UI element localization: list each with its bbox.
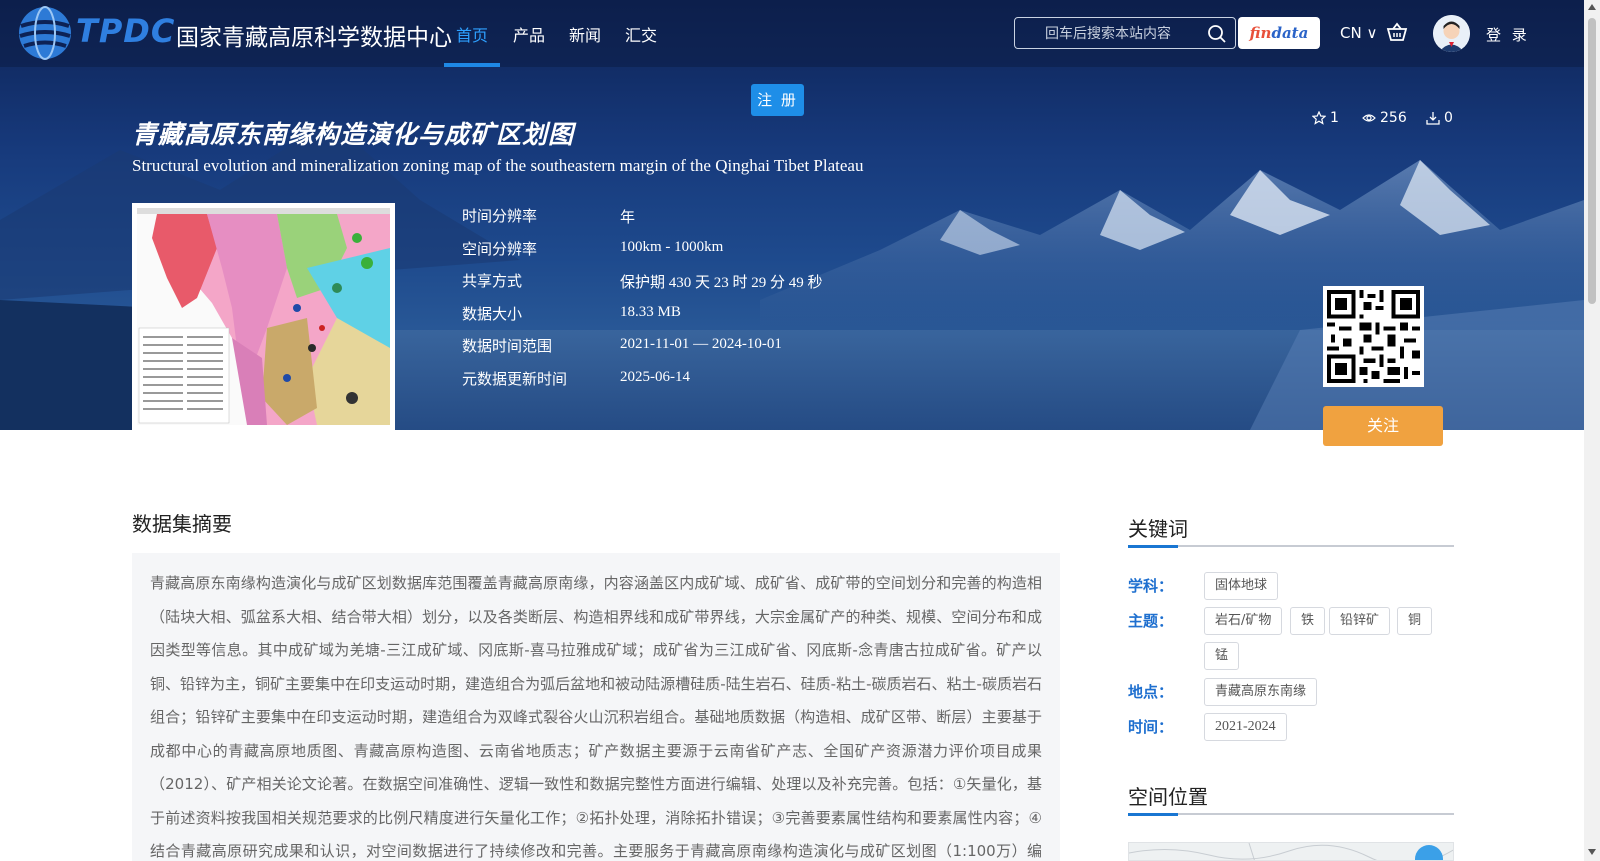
cart-basket-icon[interactable] bbox=[1386, 22, 1408, 42]
meta-label-data-size: 数据大小 bbox=[462, 305, 523, 323]
page-scrollbar[interactable] bbox=[1584, 0, 1600, 861]
keyword-tag[interactable]: 铜 bbox=[1397, 607, 1433, 635]
view-count: 256 bbox=[1362, 110, 1407, 126]
keyword-tag[interactable]: 青藏高原东南缘 bbox=[1204, 678, 1318, 706]
map-preview-image bbox=[1129, 843, 1453, 860]
logo-globe-icon[interactable] bbox=[16, 4, 74, 62]
map-thumbnail-image bbox=[137, 208, 390, 425]
avatar[interactable] bbox=[1433, 15, 1470, 52]
keywords-divider bbox=[1128, 545, 1454, 548]
nav-news[interactable]: 新闻 bbox=[569, 22, 601, 46]
meta-label-metadata-updated: 元数据更新时间 bbox=[462, 370, 568, 388]
download-icon bbox=[1426, 112, 1440, 125]
meta-value-time-resolution: 年 bbox=[620, 210, 636, 226]
keyword-tag[interactable]: 2021-2024 bbox=[1204, 713, 1287, 741]
dataset-title-en: Structural evolution and mineralization … bbox=[132, 156, 864, 175]
keyword-tag[interactable]: 铅锌矿 bbox=[1329, 607, 1391, 635]
dataset-thumbnail[interactable] bbox=[132, 203, 395, 430]
search-icon[interactable] bbox=[1207, 24, 1227, 44]
favorite-count-value: 1 bbox=[1330, 110, 1339, 126]
meta-value-sharing: 保护期 430 天 23 时 29 分 49 秒 bbox=[620, 275, 823, 291]
download-count-value: 0 bbox=[1444, 110, 1453, 126]
top-navbar: TPDC 国家青藏高原科学数据中心 首页 产品 新闻 汇交 findata CN… bbox=[0, 0, 1584, 67]
spatial-map[interactable] bbox=[1128, 842, 1454, 861]
nav-home[interactable]: 首页 bbox=[456, 22, 488, 46]
abstract-text: 青藏高原东南缘构造演化与成矿区划数据库范围覆盖青藏高原南缘，内容涵盖区内成矿域、… bbox=[150, 574, 1042, 860]
scroll-up-arrow-icon[interactable] bbox=[1588, 4, 1596, 10]
abstract-panel: 青藏高原东南缘构造演化与成矿区划数据库范围覆盖青藏高原南缘，内容涵盖区内成矿域、… bbox=[132, 553, 1060, 861]
meta-value-time-range: 2021-11-01 — 2024-10-01 bbox=[620, 336, 782, 352]
dataset-title-cn: 青藏高原东南缘构造演化与成矿区划图 bbox=[132, 120, 575, 149]
meta-label-sharing: 共享方式 bbox=[462, 272, 523, 290]
scroll-down-arrow-icon[interactable] bbox=[1588, 849, 1596, 855]
findata-logo-part: data bbox=[1271, 24, 1309, 42]
chevron-down-icon: ∨ bbox=[1361, 24, 1378, 42]
nav-products[interactable]: 产品 bbox=[513, 22, 545, 46]
qr-code bbox=[1323, 286, 1424, 387]
login-link[interactable]: 登 录 bbox=[1486, 24, 1530, 45]
language-label: CN bbox=[1340, 24, 1362, 42]
spatial-divider bbox=[1128, 813, 1454, 816]
keyword-tag[interactable]: 岩石/矿物 bbox=[1204, 607, 1283, 635]
nav-active-indicator bbox=[444, 63, 500, 67]
favorite-count[interactable]: 1 bbox=[1312, 110, 1339, 126]
keyword-tag[interactable]: 锰 bbox=[1204, 642, 1240, 670]
abstract-title: 数据集摘要 bbox=[132, 512, 232, 536]
star-icon bbox=[1312, 111, 1326, 125]
scrollbar-thumb[interactable] bbox=[1588, 18, 1596, 304]
download-count: 0 bbox=[1426, 110, 1453, 126]
meta-value-spatial-resolution: 100km - 1000km bbox=[620, 239, 724, 255]
logo-site-name[interactable]: 国家青藏高原科学数据中心 bbox=[176, 18, 452, 52]
meta-label-spatial-resolution: 空间分辨率 bbox=[462, 240, 538, 258]
search-box bbox=[1014, 17, 1236, 49]
eye-icon bbox=[1362, 114, 1376, 122]
findata-logo-part: fin bbox=[1249, 24, 1272, 42]
meta-value-data-size: 18.33 MB bbox=[620, 304, 681, 320]
keywords-title: 关键词 bbox=[1128, 517, 1188, 541]
divider-accent bbox=[1128, 813, 1178, 816]
keyword-tag[interactable]: 铁 bbox=[1290, 607, 1326, 635]
keyword-tag[interactable]: 固体地球 bbox=[1204, 572, 1279, 600]
keyword-label-time: 时间： bbox=[1128, 718, 1174, 736]
spatial-title: 空间位置 bbox=[1128, 785, 1208, 809]
view-count-value: 256 bbox=[1380, 110, 1407, 126]
dataset-hero: TPDC 国家青藏高原科学数据中心 首页 产品 新闻 汇交 findata CN… bbox=[0, 0, 1584, 430]
meta-label-time-range: 数据时间范围 bbox=[462, 337, 553, 355]
register-button[interactable]: 注 册 bbox=[751, 84, 804, 116]
divider-accent bbox=[1128, 545, 1178, 548]
meta-label-time-resolution: 时间分辨率 bbox=[462, 207, 538, 225]
keyword-label-place: 地点： bbox=[1128, 683, 1174, 701]
search-input[interactable] bbox=[1015, 18, 1201, 48]
findata-button[interactable]: findata bbox=[1238, 17, 1320, 49]
nav-submit[interactable]: 汇交 bbox=[625, 22, 657, 46]
follow-button[interactable]: 关注 bbox=[1323, 406, 1443, 446]
meta-value-metadata-updated: 2025-06-14 bbox=[620, 369, 690, 385]
keyword-label-theme: 主题： bbox=[1128, 612, 1174, 630]
keyword-label-subject: 学科： bbox=[1128, 577, 1174, 595]
language-switch[interactable]: CN ∨ bbox=[1340, 24, 1377, 42]
logo-abbreviation[interactable]: TPDC bbox=[76, 12, 175, 50]
